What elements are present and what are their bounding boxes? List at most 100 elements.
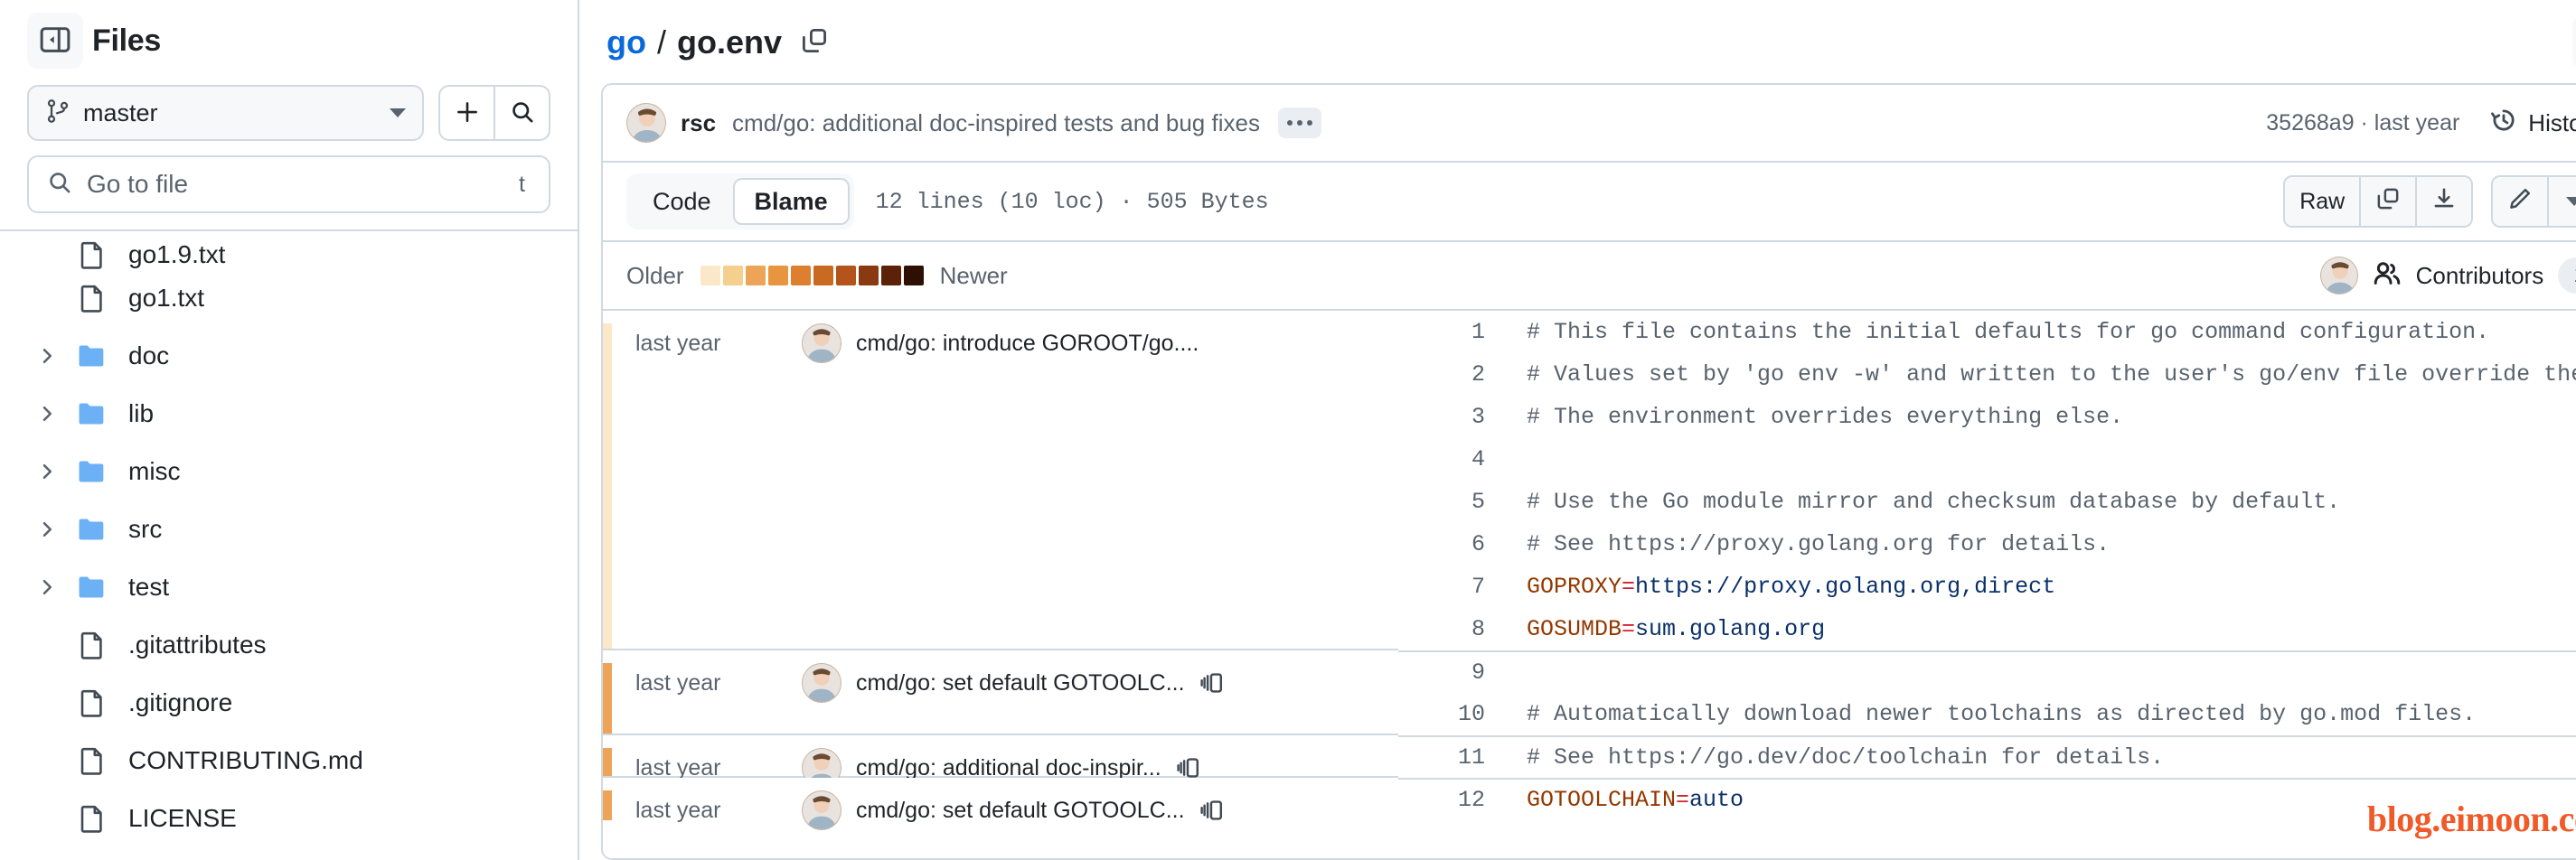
age-swatch bbox=[904, 266, 924, 285]
blame-row: last year cmd/go: set default GOTOOLC... bbox=[612, 790, 1398, 830]
contributors-button[interactable]: Contributors 1 bbox=[2320, 257, 2576, 294]
copy-path-button[interactable] bbox=[800, 26, 829, 60]
chevron-right-icon[interactable] bbox=[27, 576, 67, 598]
line-number[interactable]: 7 bbox=[1398, 574, 1507, 600]
file-icon bbox=[67, 804, 118, 833]
tree-file-row[interactable]: LICENSE bbox=[0, 790, 578, 847]
tree-item-label: doc bbox=[128, 341, 169, 370]
line-number[interactable]: 6 bbox=[1398, 531, 1507, 557]
plus-icon bbox=[455, 99, 480, 127]
copy-icon bbox=[800, 26, 829, 60]
avatar bbox=[2320, 257, 2358, 294]
tab-blame[interactable]: Blame bbox=[733, 178, 850, 225]
blame-commit-message[interactable]: cmd/go: set default GOTOOLC... bbox=[856, 798, 1185, 824]
tree-file-row[interactable]: .gitignore bbox=[0, 674, 578, 732]
contributors-count-badge: 1 bbox=[2558, 257, 2576, 294]
line-number[interactable]: 4 bbox=[1398, 446, 1507, 472]
main-content: go / go.env bbox=[579, 0, 2576, 860]
branch-selector[interactable]: master bbox=[27, 85, 424, 141]
chevron-right-icon[interactable] bbox=[27, 345, 67, 367]
chevron-right-icon[interactable] bbox=[27, 519, 67, 540]
code-token: GOTOOLCHAIN bbox=[1527, 787, 1676, 813]
edit-options-button[interactable] bbox=[2549, 175, 2576, 228]
folder-icon bbox=[67, 456, 118, 487]
code-line: 2# Values set by 'go env -w' and written… bbox=[1398, 353, 2576, 396]
edit-file-button[interactable] bbox=[2491, 175, 2549, 228]
blame-block-body: last yearcmd/go: introduce GOROOT/go.... bbox=[612, 323, 1398, 363]
line-number[interactable]: 5 bbox=[1398, 489, 1507, 515]
download-button[interactable] bbox=[2417, 175, 2473, 228]
code-token: # This file contains the initial default… bbox=[1527, 319, 2489, 345]
code-column: 1 # This file contains the initial defaul… bbox=[1398, 311, 2576, 858]
tree-file-row[interactable]: go1.9.txt bbox=[0, 233, 578, 269]
blame-commit-message[interactable]: cmd/go: set default GOTOOLC... bbox=[856, 670, 1185, 696]
line-number[interactable]: 1 bbox=[1398, 319, 1507, 345]
folder-icon bbox=[67, 572, 118, 603]
line-number[interactable]: 11 bbox=[1398, 744, 1507, 771]
history-button[interactable]: History bbox=[2490, 107, 2576, 140]
line-number[interactable]: 9 bbox=[1398, 659, 1507, 686]
history-label: History bbox=[2528, 109, 2576, 137]
go-to-file-box[interactable]: t bbox=[27, 155, 550, 213]
branch-name: master bbox=[83, 99, 377, 127]
reblame-prior-commit-icon[interactable] bbox=[1199, 670, 1225, 696]
blame-commit-message[interactable]: cmd/go: introduce GOROOT/go.... bbox=[856, 331, 1199, 357]
folder-icon bbox=[67, 514, 118, 545]
tree-folder-row[interactable]: test bbox=[0, 558, 578, 616]
blame-date: last year bbox=[635, 798, 771, 824]
reblame-prior-commit-icon[interactable] bbox=[1199, 798, 1225, 823]
line-number[interactable]: 10 bbox=[1398, 701, 1507, 727]
code-token: auto bbox=[1689, 787, 1744, 813]
blame-row: last yearcmd/go: set default GOTOOLC... bbox=[612, 663, 1398, 703]
avatar bbox=[626, 103, 666, 143]
tree-file-row[interactable]: go1.txt bbox=[0, 269, 578, 327]
tree-item-label: lib bbox=[128, 399, 154, 428]
commit-message[interactable]: cmd/go: additional doc-inspired tests an… bbox=[732, 109, 1260, 137]
blame-age-bar bbox=[603, 323, 612, 649]
tree-item-label: test bbox=[128, 573, 169, 602]
go-to-file-input[interactable] bbox=[87, 170, 504, 199]
tree-file-row[interactable]: .gitattributes bbox=[0, 616, 578, 674]
line-number[interactable]: 12 bbox=[1398, 787, 1507, 813]
file-icon bbox=[67, 631, 118, 659]
commit-meta-group: 35268a9 · last year History bbox=[2266, 107, 2576, 140]
reblame-prior-commit-icon[interactable] bbox=[1176, 755, 1201, 781]
search-icon bbox=[510, 99, 535, 127]
code-text: # Use the Go module mirror and checksum … bbox=[1507, 489, 2340, 515]
tree-folder-row[interactable]: doc bbox=[0, 327, 578, 385]
chevron-down-icon bbox=[2566, 197, 2576, 206]
code-token: # Use the Go module mirror and checksum … bbox=[1527, 489, 2340, 515]
line-number[interactable]: 2 bbox=[1398, 361, 1507, 388]
expand-commit-message-button[interactable] bbox=[1278, 108, 1321, 138]
chevron-right-icon[interactable] bbox=[27, 461, 67, 482]
code-line: 8GOSUMDB=sum.golang.org bbox=[1398, 608, 2576, 650]
search-icon bbox=[47, 170, 72, 200]
chevron-right-icon[interactable] bbox=[27, 403, 67, 425]
avatar bbox=[802, 790, 841, 830]
file-menu-button[interactable] bbox=[2572, 15, 2576, 70]
tree-folder-row[interactable]: lib bbox=[0, 385, 578, 443]
code-token: https://proxy.golang.org,direct bbox=[1635, 574, 2055, 600]
tree-folder-row[interactable]: misc bbox=[0, 443, 578, 500]
breadcrumb-repo-link[interactable]: go bbox=[606, 23, 646, 61]
people-icon bbox=[2373, 259, 2402, 293]
line-number[interactable]: 8 bbox=[1398, 616, 1507, 642]
file-search-row: t bbox=[0, 141, 578, 226]
code-line: 5 # Use the Go module mirror and checksum… bbox=[1398, 481, 2576, 523]
line-number[interactable]: 3 bbox=[1398, 404, 1507, 430]
tree-folder-row[interactable]: src bbox=[0, 500, 578, 558]
age-swatch bbox=[881, 266, 901, 285]
sidebar-collapse-button[interactable] bbox=[27, 13, 83, 69]
commit-author[interactable]: rsc bbox=[681, 109, 716, 137]
sidebar-search-button[interactable] bbox=[494, 85, 550, 141]
code-token: = bbox=[1622, 616, 1635, 642]
copy-raw-button[interactable] bbox=[2361, 175, 2417, 228]
tab-code[interactable]: Code bbox=[631, 178, 733, 225]
raw-button[interactable]: Raw bbox=[2283, 175, 2361, 228]
age-swatch bbox=[768, 266, 788, 285]
tree-file-row[interactable]: CONTRIBUTING.md bbox=[0, 732, 578, 790]
age-swatch bbox=[836, 266, 856, 285]
folder-icon bbox=[67, 398, 118, 429]
add-file-button[interactable] bbox=[438, 85, 494, 141]
search-shortcut-hint: t bbox=[519, 172, 531, 198]
